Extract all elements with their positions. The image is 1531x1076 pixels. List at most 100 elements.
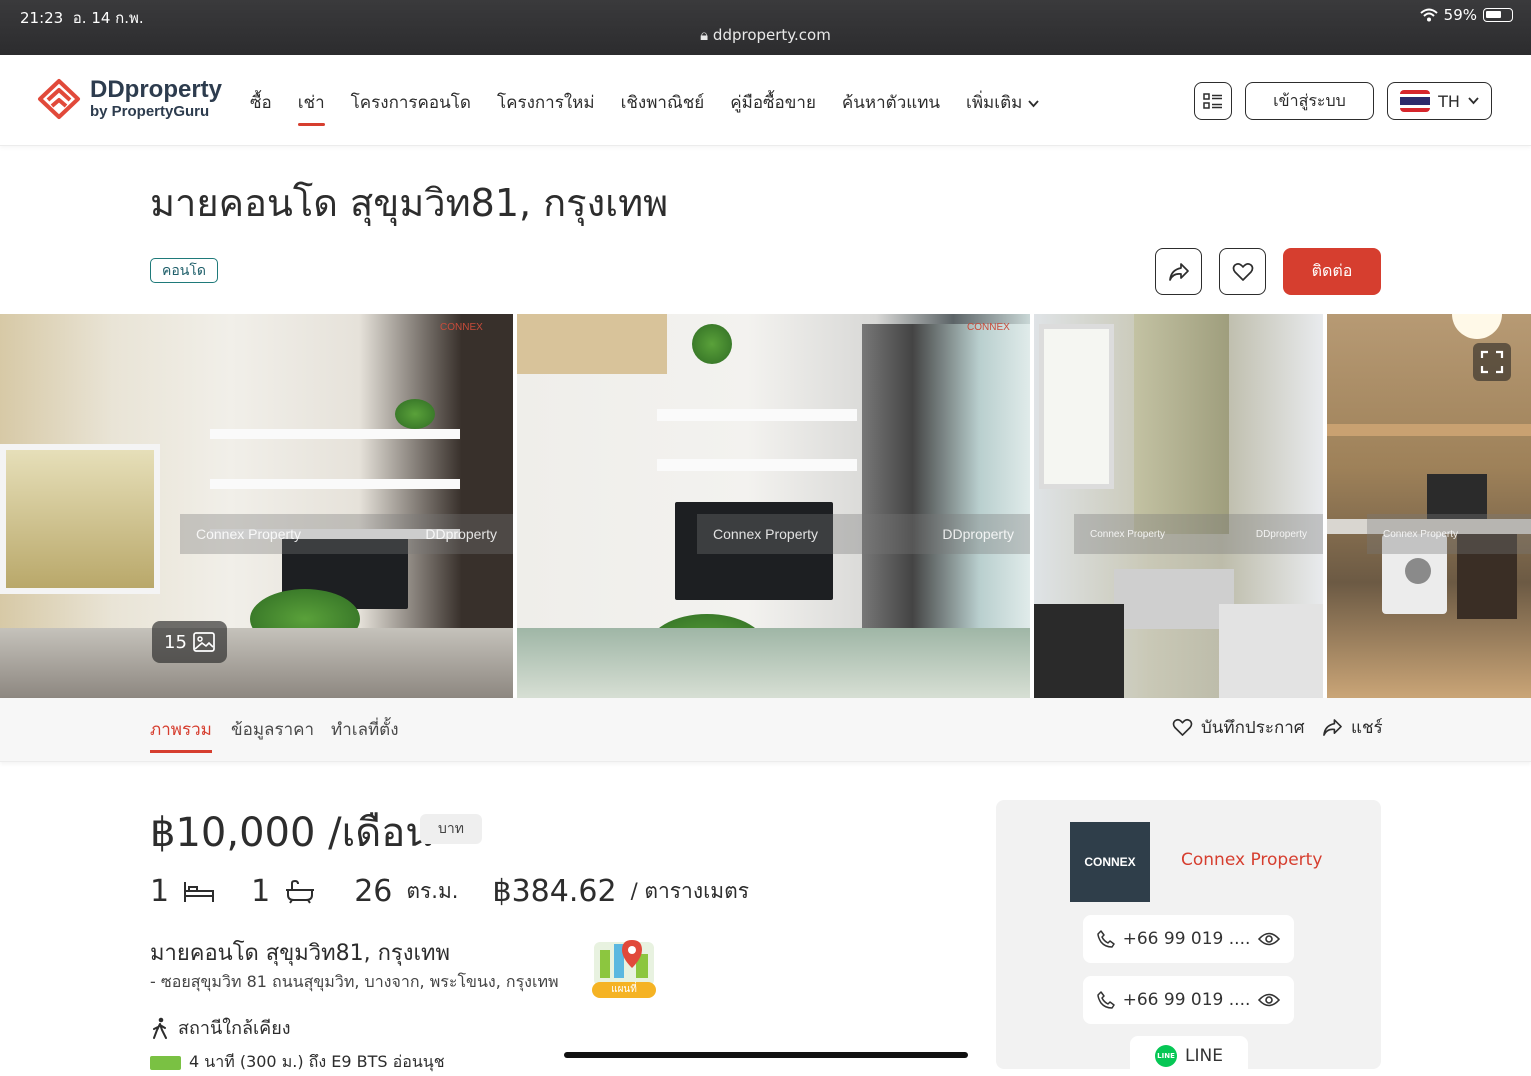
tab-price-info[interactable]: ข้อมูลราคา — [231, 716, 314, 743]
section-tabs: ภาพรวม ข้อมูลราคา ทำเลที่ตั้ง บันทึกประก… — [0, 698, 1531, 762]
photo-count: 15 — [164, 631, 187, 653]
station-item: 4 นาที (300 ม.) ถึง E9 BTS อ่อนนุช — [150, 1050, 445, 1075]
area-unit: ตร.ม. — [406, 879, 459, 903]
menu-item-buy[interactable]: ซื้อ — [250, 89, 272, 116]
browser-status-bar: 21:23 อ. 14 ก.พ. 59% 🔒︎ ddproperty.com — [0, 0, 1531, 55]
favorite-button[interactable] — [1219, 248, 1266, 295]
bts-line-badge — [150, 1055, 181, 1070]
bedroom-count: 1 — [150, 874, 170, 909]
watermark-text: Connex Property — [713, 526, 819, 542]
wifi-icon — [1419, 8, 1438, 22]
site-header: DDproperty by PropertyGuru ซื้อ เช่า โคร… — [0, 55, 1531, 146]
bathroom-count: 1 — [251, 874, 271, 909]
area-value: 26 — [354, 874, 393, 909]
station-text: 4 นาที (300 ม.) ถึง E9 BTS อ่อนนุช — [189, 1052, 445, 1071]
price-per-sqm-unit: / ตารางเมตร — [630, 879, 750, 903]
menu-item-commercial[interactable]: เชิงพาณิชย์ — [621, 89, 705, 116]
bed-icon — [184, 881, 215, 902]
watermark-text: Connex Property — [196, 526, 302, 542]
line-contact-button[interactable]: LINE LINE — [1130, 1036, 1248, 1076]
share-label: แชร์ — [1351, 718, 1383, 738]
connex-watermark: CONNEX — [967, 322, 1010, 333]
eye-icon — [1258, 993, 1281, 1007]
tab-location[interactable]: ทำเลที่ตั้ง — [331, 716, 399, 743]
logo-subtext: by PropertyGuru — [90, 102, 210, 120]
listing-photo-3[interactable]: Connex Property DDproperty — [1034, 314, 1323, 698]
phone-icon — [1096, 930, 1115, 948]
login-button[interactable]: เข้าสู่ระบบ — [1245, 82, 1374, 120]
agent-card: CONNEX Connex Property +66 99 019 .... +… — [996, 800, 1381, 1076]
save-listing-label: บันทึกประกาศ — [1201, 718, 1305, 738]
logo-text: DDproperty — [90, 75, 223, 103]
project-address: - ซอยสุขุมวิท 81 ถนนสุขุมวิท, บางจาก, พร… — [150, 972, 559, 991]
project-name[interactable]: มายคอนโด สุขุมวิท81, กรุงเทพ — [150, 935, 450, 970]
save-listing-link[interactable]: บันทึกประกาศ — [1172, 714, 1305, 741]
nearby-stations-heading: สถานีใกล้เคียง — [150, 1013, 291, 1042]
battery-percent: 59% — [1443, 6, 1477, 24]
phone-number: +66 99 019 .... — [1122, 990, 1251, 1010]
connex-watermark: CONNEX — [440, 322, 483, 333]
share-button[interactable] — [1155, 248, 1202, 295]
menu-item-more-label: เพิ่มเติม — [966, 93, 1023, 113]
heart-icon — [1232, 262, 1253, 281]
contact-button[interactable]: ติดต่อ — [1283, 248, 1381, 295]
home-indicator[interactable] — [564, 1052, 968, 1058]
nearby-stations-label: สถานีใกล้เคียง — [178, 1018, 291, 1039]
agent-name[interactable]: Connex Property — [1181, 850, 1322, 870]
watermark-text: Connex Property — [1090, 528, 1166, 540]
menu-item-more[interactable]: เพิ่มเติม — [966, 89, 1039, 116]
url-bar[interactable]: 🔒︎ ddproperty.com — [0, 26, 1531, 44]
logo-mark-icon — [38, 79, 80, 119]
status-indicators: 59% — [1419, 6, 1513, 24]
fullscreen-button[interactable] — [1473, 343, 1511, 381]
phone-reveal-button[interactable]: +66 99 019 .... — [1083, 976, 1294, 1024]
main-menu: ซื้อ เช่า โครงการคอนโด โครงการใหม่ เชิงพ… — [250, 89, 1039, 126]
language-code: TH — [1438, 91, 1460, 111]
lock-icon: 🔒︎ — [700, 26, 709, 44]
page-title: มายคอนโด สุขุมวิท81, กรุงเทพ — [150, 181, 669, 225]
share-link[interactable]: แชร์ — [1322, 714, 1383, 741]
eye-icon — [1258, 932, 1281, 946]
chevron-down-icon — [1028, 100, 1039, 108]
property-specs: 1 1 26 ตร.ม. ฿384.62 / ตารางเมตร — [150, 874, 749, 909]
expand-icon — [1480, 350, 1504, 374]
price-per-sqm: ฿384.62 — [492, 874, 617, 909]
watermark-text: Connex Property — [1383, 528, 1459, 540]
photo-count-badge[interactable]: 15 — [152, 621, 227, 663]
menu-item-find-agent[interactable]: ค้นหาตัวแทน — [842, 89, 940, 116]
agent-logo[interactable]: CONNEX — [1070, 822, 1150, 902]
currency-selector[interactable]: บาท — [420, 814, 482, 844]
menu-item-rent[interactable]: เช่า — [297, 89, 325, 126]
map-label: แผนที่ — [611, 984, 637, 995]
property-type-tag: คอนโด — [150, 258, 218, 283]
menu-item-new-projects[interactable]: โครงการใหม่ — [497, 89, 595, 116]
share-icon — [1323, 719, 1342, 736]
listing-photo-2[interactable]: Connex Property DDproperty CONNEX — [517, 314, 1030, 698]
chevron-down-icon — [1468, 97, 1479, 105]
line-icon: LINE — [1155, 1045, 1178, 1067]
watermark-logo: DDproperty — [425, 526, 497, 542]
phone-number: +66 99 019 .... — [1122, 929, 1251, 949]
walking-icon — [153, 1017, 167, 1039]
listing-price: ฿10,000 /เดือน — [150, 810, 433, 856]
image-icon — [193, 632, 215, 652]
menu-item-guides[interactable]: คู่มือซื้อขาย — [730, 89, 816, 116]
share-icon — [1168, 262, 1189, 281]
phone-icon — [1096, 991, 1115, 1009]
map-button[interactable]: แผนที่ — [592, 936, 656, 998]
watermark-logo: DDproperty — [1255, 528, 1307, 540]
list-view-button[interactable] — [1194, 82, 1232, 120]
listing-photo-1[interactable]: Connex Property DDproperty CONNEX — [0, 314, 513, 698]
watermark-logo: DDproperty — [942, 526, 1014, 542]
phone-reveal-button[interactable]: +66 99 019 .... — [1083, 915, 1294, 963]
url-text: ddproperty.com — [712, 26, 831, 44]
thai-flag-icon — [1400, 90, 1431, 112]
line-label: LINE — [1185, 1046, 1223, 1066]
photo-gallery: Connex Property DDproperty CONNEX Connex… — [0, 314, 1531, 698]
ddproperty-logo[interactable]: DDproperty by PropertyGuru — [36, 75, 222, 121]
menu-item-condo-projects[interactable]: โครงการคอนโด — [351, 89, 471, 116]
bathtub-icon — [286, 879, 315, 904]
battery-icon — [1483, 8, 1513, 22]
language-selector[interactable]: TH — [1387, 82, 1492, 120]
tab-overview[interactable]: ภาพรวม — [150, 716, 212, 753]
